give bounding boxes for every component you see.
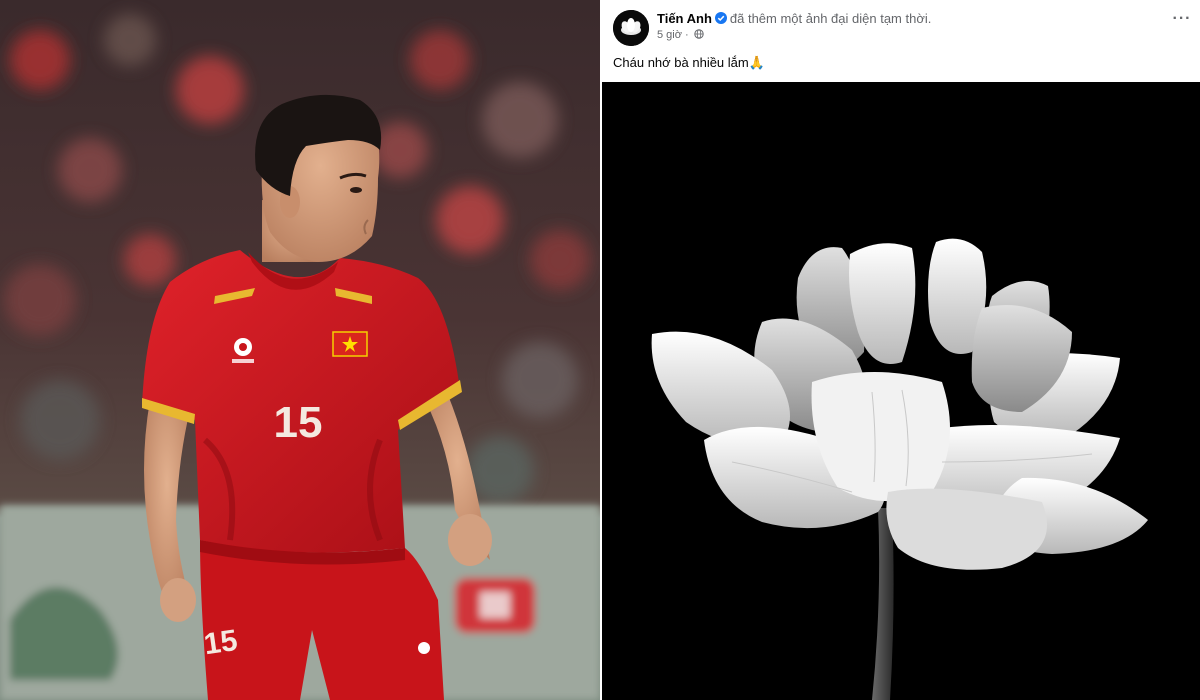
lotus-avatar-icon <box>613 10 649 46</box>
post-meta: 5 giờ · <box>657 29 704 42</box>
author-line: Tiến Anh đã thêm một ảnh đại diện tạm thờ… <box>657 11 931 27</box>
player-illustration: 15 15 <box>0 0 600 700</box>
globe-icon[interactable] <box>694 29 704 39</box>
post-header: Tiến Anh đã thêm một ảnh đại diện tạm thờ… <box>602 0 1200 82</box>
player-photo: 15 15 <box>0 0 600 700</box>
post-timestamp[interactable]: 5 giờ <box>657 29 682 41</box>
more-options-button[interactable]: ··· <box>1170 10 1194 30</box>
jersey-number: 15 <box>274 398 323 447</box>
verified-badge-icon <box>714 12 727 24</box>
screenshot-collage: 15 15 Tiến Anh đã thêm một ảnh đại diện … <box>0 0 1200 700</box>
shorts-number: 15 <box>202 624 240 661</box>
lotus-flower-image <box>602 82 1200 700</box>
meta-separator: · <box>685 29 689 41</box>
post-action-text: đã thêm một ảnh đại diện tạm thời. <box>729 11 932 26</box>
post-caption: Cháu nhớ bà nhiều lắm🙏 <box>613 55 765 70</box>
post-image[interactable] <box>602 82 1200 700</box>
author-name[interactable]: Tiến Anh <box>657 11 712 26</box>
facebook-post: Tiến Anh đã thêm một ảnh đại diện tạm thờ… <box>602 0 1200 700</box>
avatar[interactable] <box>613 10 649 46</box>
